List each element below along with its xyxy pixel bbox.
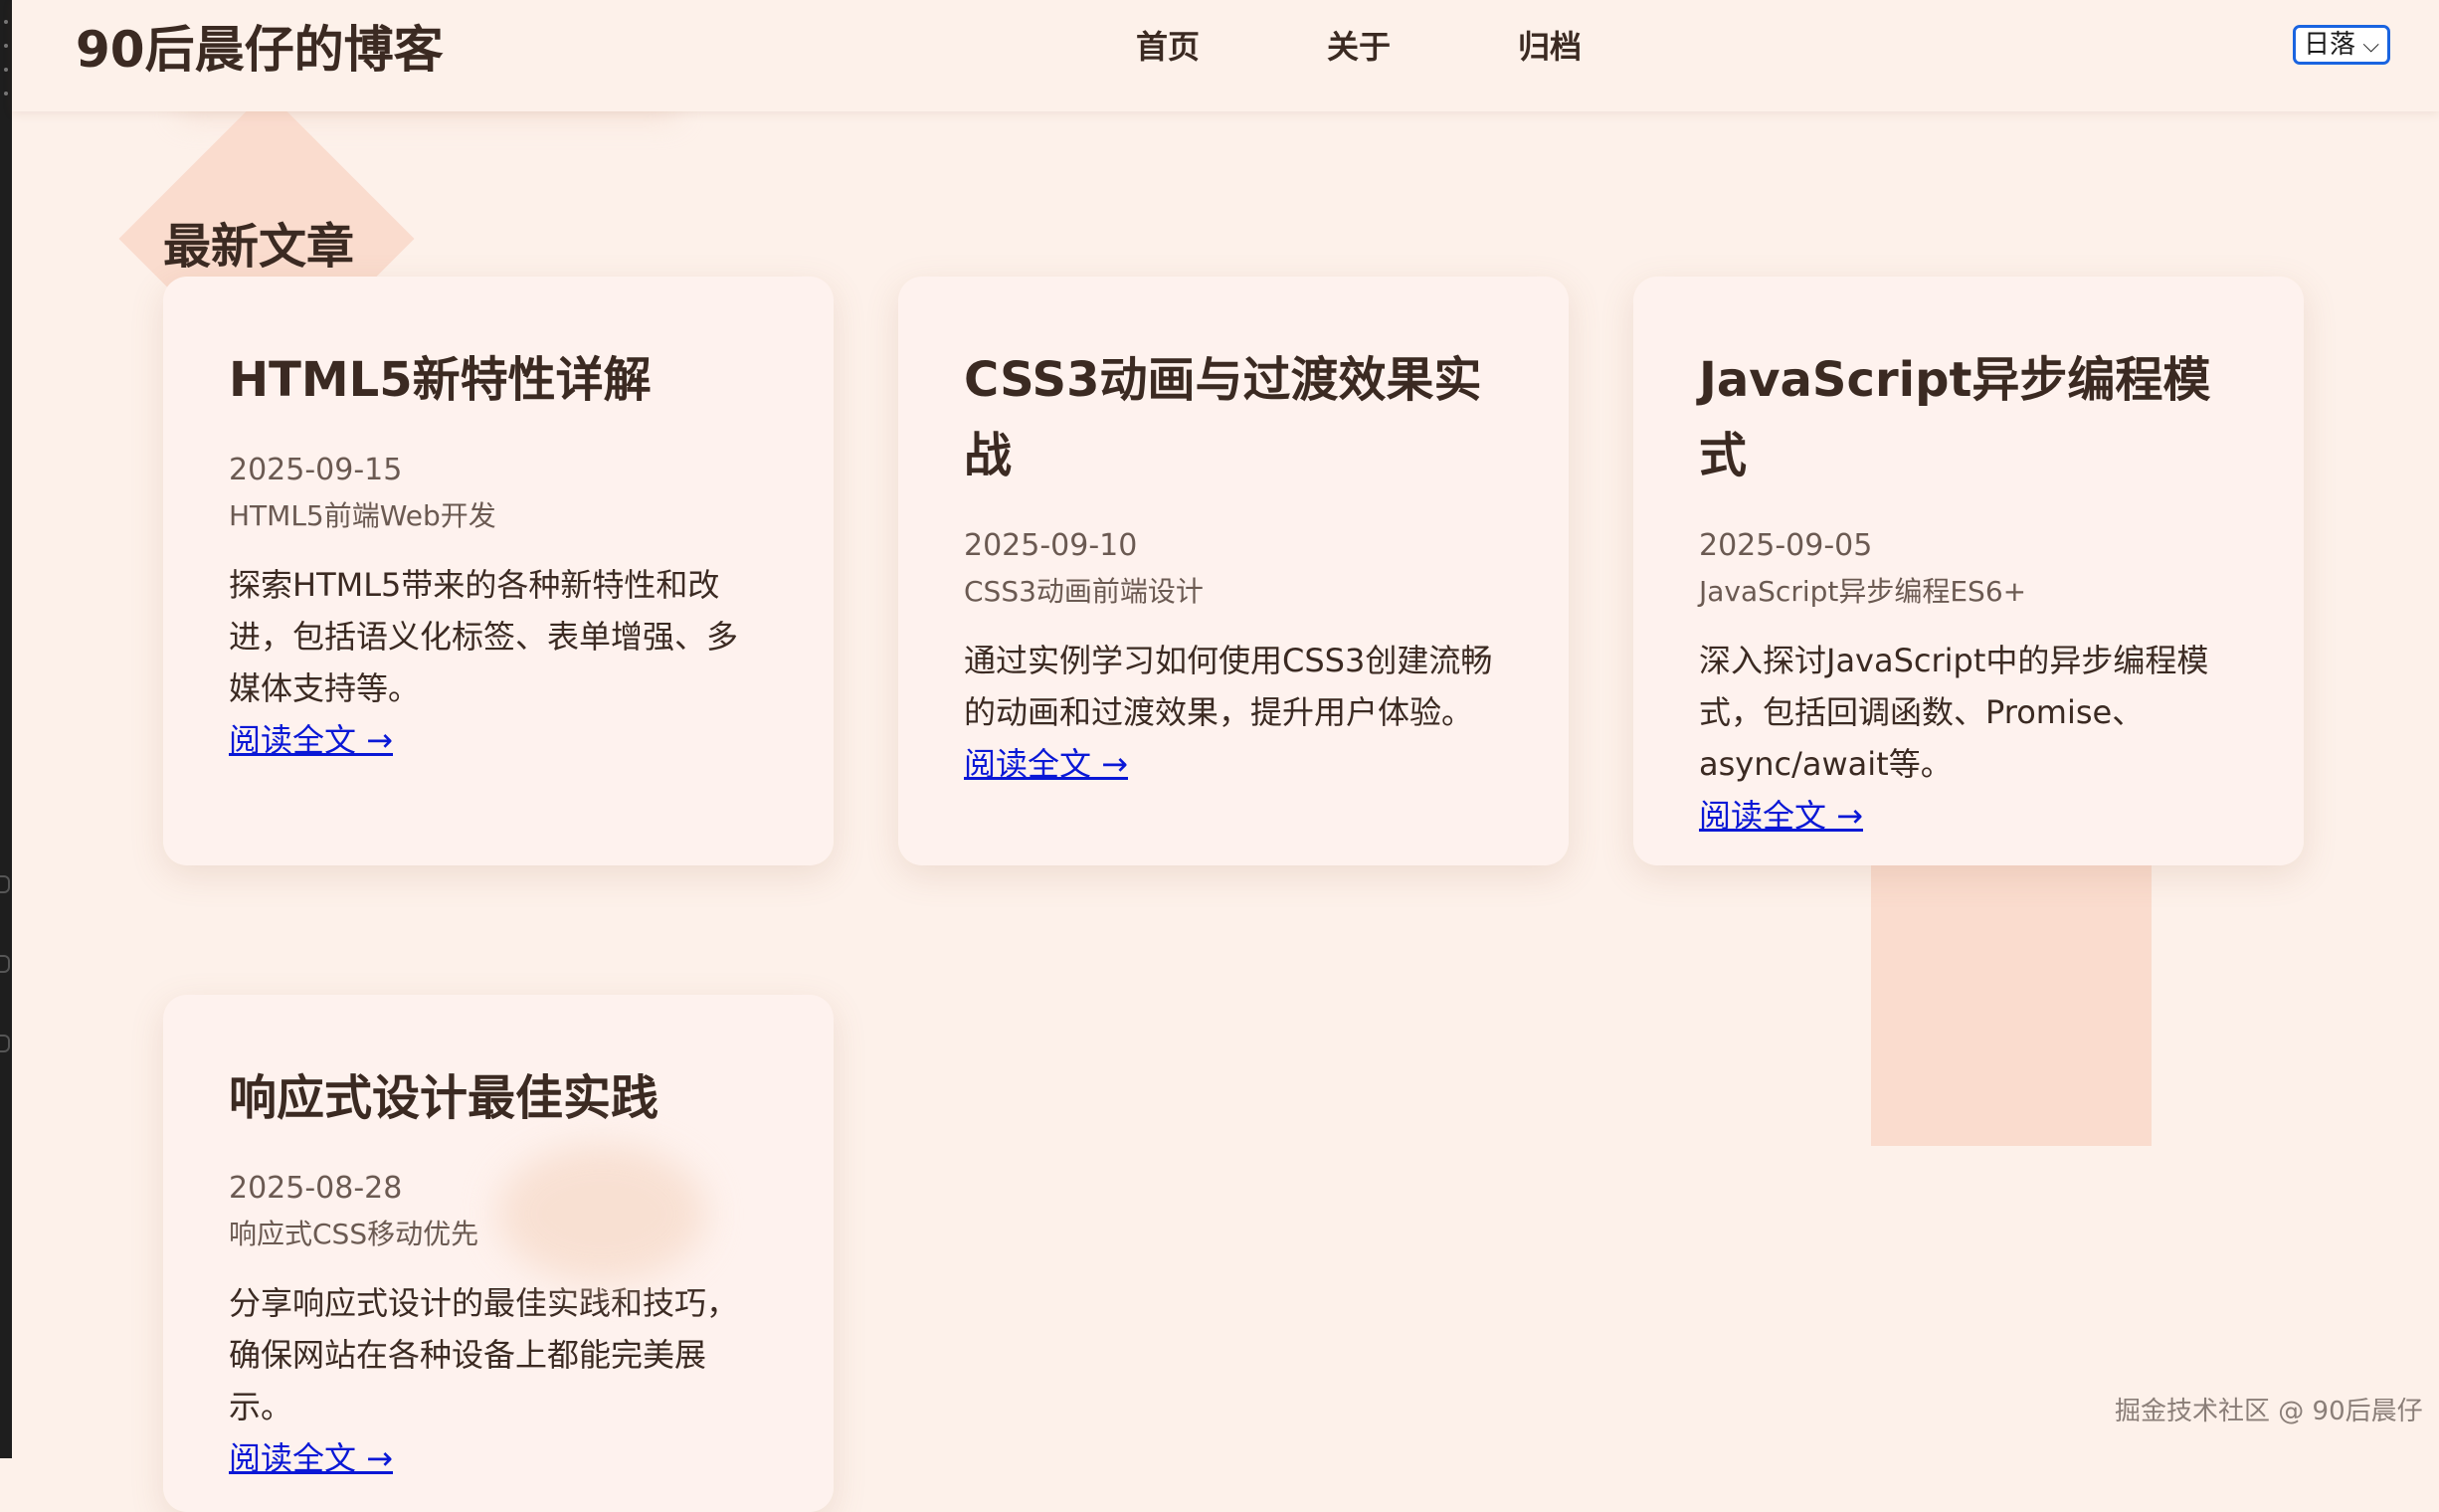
read-more-link[interactable]: 阅读全文 → xyxy=(229,714,393,766)
post-title[interactable]: HTML5新特性详解 xyxy=(229,342,768,418)
theme-select[interactable]: 日落 ⌵ xyxy=(2293,25,2390,65)
decorative-rectangle xyxy=(1871,857,2152,1146)
strip-dot xyxy=(4,44,8,48)
read-more-link[interactable]: 阅读全文 → xyxy=(1699,790,1863,842)
post-date: 2025-09-10 xyxy=(964,528,1138,563)
read-more-link[interactable]: 阅读全文 → xyxy=(964,738,1128,790)
post-card: JavaScript异步编程模式 2025-09-05 JavaScript异步… xyxy=(1633,277,2304,865)
chevron-down-icon: ⌵ xyxy=(2362,33,2379,58)
decorative-blob xyxy=(497,1144,706,1283)
site-brand[interactable]: 90后晨仔的博客 xyxy=(76,10,444,82)
watermark: 掘金技术社区 @ 90后晨仔 xyxy=(2115,1397,2423,1426)
window-edge-strip xyxy=(0,0,12,1458)
strip-square-icon[interactable] xyxy=(0,955,10,973)
strip-dot xyxy=(4,20,8,24)
site-header: 90后晨仔的博客 首页 关于 归档 日落 ⌵ xyxy=(12,0,2439,111)
post-date: 2025-09-15 xyxy=(229,453,403,487)
nav-archive[interactable]: 归档 xyxy=(1518,22,1582,68)
nav-about[interactable]: 关于 xyxy=(1327,22,1391,68)
post-excerpt: 深入探讨JavaScript中的异步编程模式，包括回调函数、Promise、as… xyxy=(1699,642,2209,783)
main-nav: 首页 关于 归档 xyxy=(1136,22,1709,68)
post-excerpt: 分享响应式设计的最佳实践和技巧，确保网站在各种设备上都能完美展示。 xyxy=(229,1284,739,1425)
strip-circle-icon[interactable] xyxy=(0,1035,10,1052)
post-card: CSS3动画与过渡效果实战 2025-09-10 CSS3动画前端设计 通过实例… xyxy=(898,277,1569,865)
post-title[interactable]: 响应式设计最佳实践 xyxy=(229,1060,768,1136)
post-tags: CSS3动画前端设计 xyxy=(964,575,1204,608)
post-card: 响应式设计最佳实践 2025-08-28 响应式CSS移动优先 分享响应式设计的… xyxy=(163,995,834,1512)
post-card: HTML5新特性详解 2025-09-15 HTML5前端Web开发 探索HTM… xyxy=(163,277,834,865)
post-excerpt: 探索HTML5带来的各种新特性和改进，包括语义化标签、表单增强、多媒体支持等。 xyxy=(229,566,739,707)
strip-chevron-icon[interactable] xyxy=(0,875,10,893)
post-tags: JavaScript异步编程ES6+ xyxy=(1699,575,2027,608)
theme-select-value: 日落 xyxy=(2304,30,2356,60)
read-more-link[interactable]: 阅读全文 → xyxy=(229,1432,393,1484)
strip-dot xyxy=(4,92,8,95)
post-excerpt: 通过实例学习如何使用CSS3创建流畅的动画和过渡效果，提升用户体验。 xyxy=(964,642,1493,731)
post-title[interactable]: JavaScript异步编程模式 xyxy=(1699,342,2238,493)
post-title[interactable]: CSS3动画与过渡效果实战 xyxy=(964,342,1503,493)
post-date: 2025-09-05 xyxy=(1699,528,1873,563)
strip-dot xyxy=(4,68,8,72)
nav-home[interactable]: 首页 xyxy=(1136,22,1200,68)
section-title: 最新文章 xyxy=(163,219,355,275)
post-tags: HTML5前端Web开发 xyxy=(229,499,496,532)
